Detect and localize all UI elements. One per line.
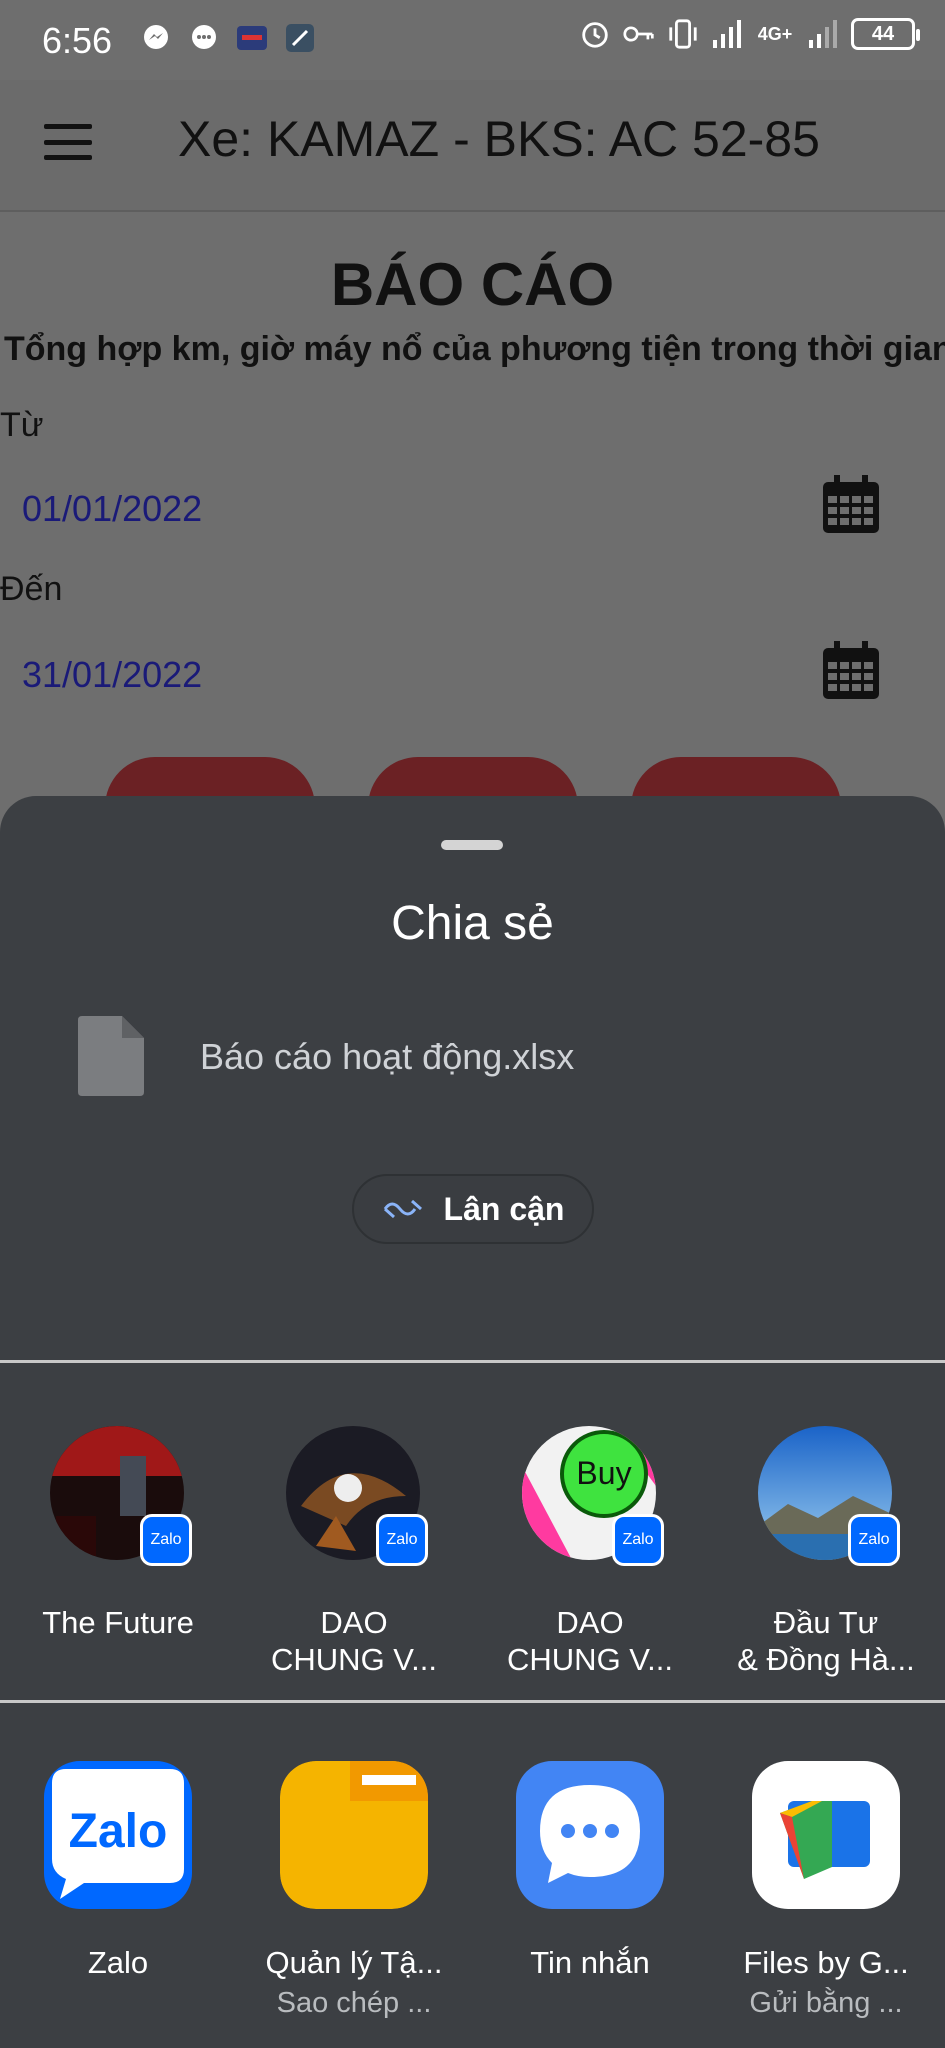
status-time: 6:56 [42, 20, 113, 61]
file-icon [78, 1016, 144, 1096]
folder-icon [280, 1761, 428, 1909]
app-bar: Xe: KAMAZ - BKS: AC 52-85 [0, 80, 945, 212]
app-notification-icon [236, 22, 268, 54]
file-name: Báo cáo hoạt động.xlsx [200, 1036, 575, 1077]
report-subtitle: Tổng hợp km, giờ máy nổ của phương tiện … [4, 330, 945, 368]
messenger-icon [140, 22, 172, 54]
app-name: Zalo [87, 1945, 149, 1980]
from-label: Từ [0, 406, 44, 444]
app-name: Files by G... [743, 1945, 909, 1980]
menu-icon[interactable] [44, 124, 92, 160]
vibrate-icon [667, 18, 699, 50]
notification-icons [140, 22, 316, 54]
contact-name: DAO CHUNG V... [271, 1605, 437, 1677]
signal-icon [711, 18, 743, 50]
files-by-google-icon [752, 1761, 900, 1909]
vpn-key-icon [623, 18, 655, 50]
tool-notification-icon [284, 22, 316, 54]
battery-level: 44 [871, 22, 895, 45]
system-icons: 4G+ 44 [579, 18, 945, 50]
to-date-field[interactable]: 31/01/2022 [22, 654, 202, 696]
contact-name: Đầu Tư & Đồng Hà... [737, 1605, 915, 1677]
svg-text:Buy: Buy [576, 1455, 631, 1491]
svg-text:Zalo: Zalo [69, 1805, 168, 1858]
app-name: Tin nhắn [530, 1945, 650, 1980]
report-page: BÁO CÁO Tổng hợp km, giờ máy nổ của phươ… [0, 212, 945, 857]
report-title: BÁO CÁO [330, 251, 615, 318]
divider [0, 1360, 945, 1363]
to-label: Đến [0, 570, 63, 608]
nearby-share-button[interactable]: Lân cận [352, 1174, 594, 1244]
contact-name: DAO CHUNG V... [507, 1605, 673, 1677]
share-sheet: Chia sẻ Báo cáo hoạt động.xlsx Lân cận Z… [0, 796, 945, 2048]
zalo-badge-icon: Zalo [848, 1514, 900, 1566]
chat-icon [188, 22, 220, 54]
calendar-icon[interactable] [820, 474, 882, 536]
status-bar: 6:56 4G+ 44 [0, 0, 945, 80]
alarm-icon [579, 18, 611, 50]
zalo-badge-icon: Zalo [376, 1514, 428, 1566]
app-subtitle: Gửi bằng ... [749, 1987, 903, 2019]
nearby-share-icon [383, 1199, 422, 1219]
zalo-icon: Zalo [44, 1761, 192, 1909]
app-name: Quản lý Tậ... [265, 1945, 443, 1980]
messages-icon [516, 1761, 664, 1909]
zalo-badge-icon: Zalo [612, 1514, 664, 1566]
share-title: Chia sẻ [391, 897, 554, 950]
signal-2-icon [807, 18, 839, 50]
drag-handle[interactable] [441, 840, 503, 850]
network-type-icon: 4G+ [757, 23, 793, 44]
app-subtitle: Sao chép ... [276, 1987, 432, 2019]
from-date-field[interactable]: 01/01/2022 [22, 488, 202, 530]
contact-name: The Future [42, 1605, 194, 1640]
calendar-icon[interactable] [820, 640, 882, 702]
battery-icon: 44 [851, 18, 920, 50]
zalo-badge-icon: Zalo [140, 1514, 192, 1566]
divider [0, 1700, 945, 1703]
app-bar-title: Xe: KAMAZ - BKS: AC 52-85 [178, 111, 820, 167]
nearby-share-label: Lân cận [443, 1190, 565, 1227]
